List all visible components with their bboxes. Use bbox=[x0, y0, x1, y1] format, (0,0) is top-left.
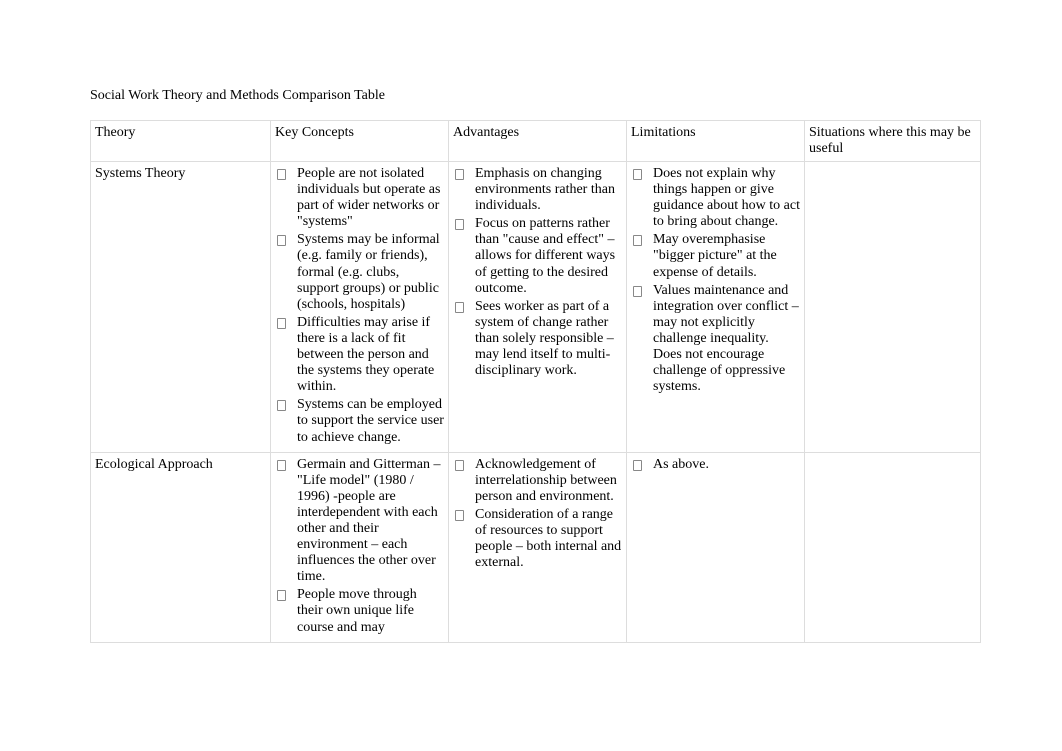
list-item: Sees worker as part of a system of chang… bbox=[453, 299, 622, 379]
header-theory: Theory bbox=[91, 121, 271, 162]
list-item: Systems can be employed to support the s… bbox=[275, 397, 444, 445]
table-row: Ecological Approach Germain and Gitterma… bbox=[91, 452, 981, 642]
header-advantages: Advantages bbox=[449, 121, 627, 162]
list-item: Does not explain why things happen or gi… bbox=[631, 166, 800, 230]
comparison-table: Theory Key Concepts Advantages Limitatio… bbox=[90, 120, 981, 643]
cell-situations bbox=[805, 452, 981, 642]
cell-theory: Systems Theory bbox=[91, 162, 271, 453]
list-item: May overemphasise "bigger picture" at th… bbox=[631, 232, 800, 280]
list-item: People move through their own unique lif… bbox=[275, 587, 444, 635]
header-situations: Situations where this may be useful bbox=[805, 121, 981, 162]
list-item: Consideration of a range of resources to… bbox=[453, 507, 622, 571]
cell-key-concepts: Germain and Gitterman – "Life model" (19… bbox=[271, 452, 449, 642]
cell-limitations: As above. bbox=[627, 452, 805, 642]
list-item: As above. bbox=[631, 457, 800, 473]
list-item: People are not isolated individuals but … bbox=[275, 166, 444, 230]
list-item: Acknowledgement of interrelationship bet… bbox=[453, 457, 622, 505]
cell-situations bbox=[805, 162, 981, 453]
table-row: Systems Theory People are not isolated i… bbox=[91, 162, 981, 453]
header-limitations: Limitations bbox=[627, 121, 805, 162]
list-item: Systems may be informal (e.g. family or … bbox=[275, 232, 444, 312]
cell-key-concepts: People are not isolated individuals but … bbox=[271, 162, 449, 453]
cell-advantages: Acknowledgement of interrelationship bet… bbox=[449, 452, 627, 642]
page-title: Social Work Theory and Methods Compariso… bbox=[90, 88, 972, 104]
table-header-row: Theory Key Concepts Advantages Limitatio… bbox=[91, 121, 981, 162]
cell-theory: Ecological Approach bbox=[91, 452, 271, 642]
list-item: Germain and Gitterman – "Life model" (19… bbox=[275, 457, 444, 586]
list-item: Focus on patterns rather than "cause and… bbox=[453, 216, 622, 296]
header-key-concepts: Key Concepts bbox=[271, 121, 449, 162]
list-item: Emphasis on changing environments rather… bbox=[453, 166, 622, 214]
list-item: Values maintenance and integration over … bbox=[631, 283, 800, 396]
list-item: Difficulties may arise if there is a lac… bbox=[275, 315, 444, 395]
cell-limitations: Does not explain why things happen or gi… bbox=[627, 162, 805, 453]
cell-advantages: Emphasis on changing environments rather… bbox=[449, 162, 627, 453]
